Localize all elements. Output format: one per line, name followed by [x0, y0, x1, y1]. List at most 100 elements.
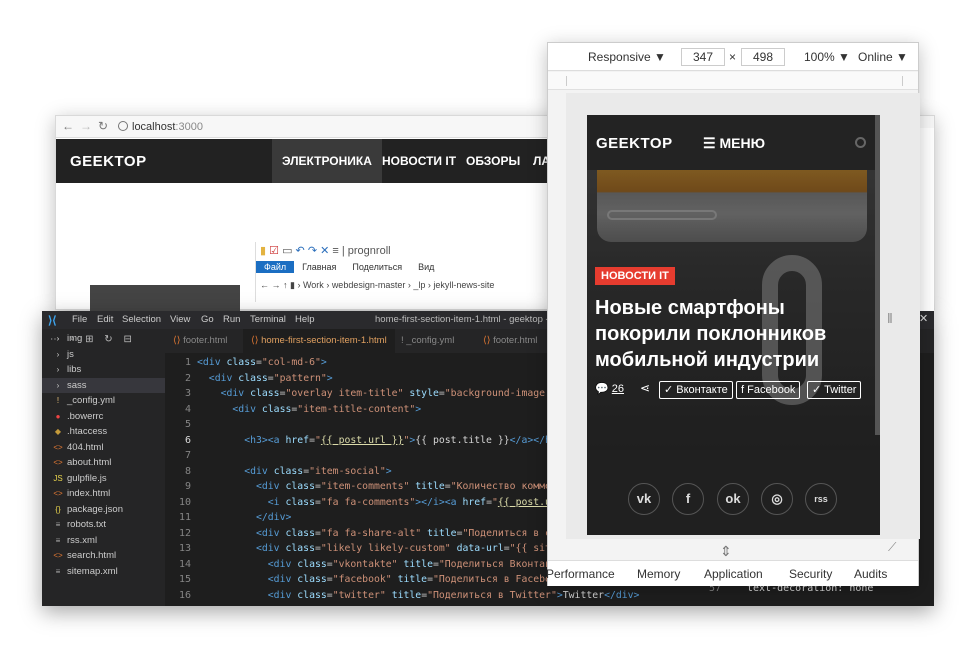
odnoklassniki-icon[interactable]: ok: [717, 483, 749, 515]
file-type-icon: ›: [56, 334, 60, 343]
delete-icon[interactable]: ✕: [320, 245, 329, 257]
ribbon-tabs: Файл Главная Поделиться Вид: [256, 261, 556, 275]
code-line[interactable]: <div class="item-social">: [197, 464, 392, 480]
share-vk-button[interactable]: ✓ Вконтакте: [659, 381, 733, 399]
mobile-logo[interactable]: GEEKTOP: [596, 135, 673, 152]
code-line[interactable]: <div class="facebook" title="Поделиться …: [197, 572, 563, 588]
code-line[interactable]: <div class="likely likely-custom" data-u…: [197, 541, 563, 557]
menu-file[interactable]: File: [72, 314, 87, 325]
width-input[interactable]: 347: [681, 48, 725, 66]
code-line[interactable]: <div class="vkontakte" title="Поделиться…: [197, 557, 563, 573]
device-toolbar: Responsive ▼ 347 × 498 100% ▼ Online ▼: [548, 43, 918, 71]
zoom-label: 100%: [804, 50, 835, 64]
code-line[interactable]: <i class="fa fa-comments"></i><a href="{…: [197, 495, 563, 511]
content-image: [90, 285, 240, 313]
rss-icon[interactable]: rss: [805, 483, 837, 515]
path-segment: webdesign-master: [331, 280, 406, 290]
resize-handle-icon[interactable]: ⇕: [720, 543, 732, 560]
path-segment: Work: [302, 280, 324, 290]
forward-icon[interactable]: →: [80, 119, 92, 133]
save-icon[interactable]: ▭: [282, 245, 292, 257]
height-input[interactable]: 498: [741, 48, 785, 66]
scrollbar[interactable]: [875, 115, 880, 435]
close-icon[interactable]: ✕: [919, 312, 928, 325]
menu-run[interactable]: Run: [223, 314, 240, 325]
code-line[interactable]: <div class="fa fa-share-alt" title="Поде…: [197, 526, 563, 542]
tab-label: home-first-section-item-1.html: [261, 335, 387, 346]
explorer-toolbar: ▮ ☑ ▭ ↶ ↷ ✕ ≡ | prognroll: [260, 245, 391, 257]
undo-icon[interactable]: ↶: [296, 245, 305, 257]
share-icon: ⋖: [640, 381, 651, 395]
mobile-header: GEEKTOP ☰ МЕНЮ: [587, 115, 880, 170]
tab-label: _config.yml: [406, 335, 455, 346]
tab-application[interactable]: Application: [704, 567, 763, 581]
explorer-path[interactable]: ← → ↑ ▮ › Work › webdesign-master › _lp …: [260, 280, 494, 291]
tab-audits[interactable]: Audits: [854, 567, 887, 581]
hamburger-icon: ☰: [703, 135, 716, 151]
tab-security[interactable]: Security: [789, 567, 832, 581]
menu-view[interactable]: View: [170, 314, 190, 325]
tab-config-yml[interactable]: ! _config.yml: [393, 329, 462, 353]
code-line[interactable]: <div class="item-title-content">: [197, 402, 421, 418]
code-line[interactable]: <h3><a href="{{ post.url }}">{{ post.tit…: [197, 433, 563, 449]
check-icon[interactable]: ☑: [269, 245, 279, 257]
facebook-icon[interactable]: f: [672, 483, 704, 515]
resize-handle-vertical-icon[interactable]: ‖: [887, 310, 893, 326]
tab-footer-html-2[interactable]: ⟨⟩ footer.html: [475, 329, 545, 353]
site-logo[interactable]: GEEKTOP: [70, 153, 147, 170]
folder-icon: ▮: [290, 280, 295, 290]
tab-footer-html[interactable]: ⟨⟩ footer.html: [165, 329, 235, 353]
tab-performance[interactable]: Performance: [546, 567, 615, 581]
window-title: home-first-section-item-1.html - geektop…: [375, 314, 567, 325]
resize-corner-icon[interactable]: ⟋: [888, 540, 896, 555]
explorer-title: prognroll: [347, 245, 391, 257]
instagram-icon[interactable]: ◎: [761, 483, 793, 515]
nav-item-electronics[interactable]: ЭЛЕКТРОНИКА: [272, 139, 382, 183]
device-label: Responsive: [588, 50, 651, 64]
code-line[interactable]: <div class="col-md-6">: [197, 355, 327, 371]
redo-icon[interactable]: ↷: [308, 245, 317, 257]
menu-go[interactable]: Go: [201, 314, 214, 325]
ribbon-tab-home[interactable]: Главная: [294, 261, 344, 273]
network-select[interactable]: Online ▼: [858, 50, 908, 64]
menu-terminal[interactable]: Terminal: [250, 314, 286, 325]
comment-number: 26: [611, 383, 625, 395]
vk-icon[interactable]: vk: [628, 483, 660, 515]
comment-count[interactable]: 💬 26: [595, 382, 624, 395]
category-badge[interactable]: НОВОСТИ IT: [595, 267, 675, 285]
reload-icon[interactable]: ↻: [98, 119, 108, 133]
code-line[interactable]: <div class="item-comments" title="Количе…: [197, 479, 575, 495]
menu-selection[interactable]: Selection: [122, 314, 161, 325]
share-twitter-button[interactable]: ✓ Twitter: [807, 381, 862, 399]
share-facebook-button[interactable]: f Facebook: [736, 381, 801, 399]
path-segment: jekyll-news-site: [433, 280, 495, 290]
menu-help[interactable]: Help: [295, 314, 315, 325]
share-label: Вконтакте: [676, 384, 728, 396]
file-tree-item[interactable]: › img: [42, 331, 165, 347]
code-line[interactable]: </div>: [197, 510, 291, 526]
code-line[interactable]: <div class="twitter" title="Поделиться в…: [197, 588, 640, 604]
code-line[interactable]: <div class="pattern">: [197, 371, 333, 387]
zoom-select[interactable]: 100% ▼: [804, 50, 850, 64]
nav-item-reviews[interactable]: ОБЗОРЫ: [456, 139, 530, 183]
back-icon[interactable]: ←: [62, 119, 74, 133]
nav-item-it-news[interactable]: НОВОСТИ IT: [372, 139, 466, 183]
ribbon-tab-view[interactable]: Вид: [410, 261, 442, 273]
tab-label: footer.html: [493, 335, 538, 346]
url-field[interactable]: localhost:3000: [118, 119, 538, 135]
vscode-logo-icon: ⟩⟨: [48, 315, 57, 327]
share-label: Facebook: [747, 384, 796, 396]
properties-icon[interactable]: ≡: [332, 245, 338, 257]
code-line[interactable]: <div class="overlay item-title" style="b…: [197, 386, 563, 402]
tab-memory[interactable]: Memory: [637, 567, 680, 581]
search-icon[interactable]: [855, 137, 866, 148]
mobile-menu-button[interactable]: ☰ МЕНЮ: [703, 135, 765, 152]
menu-edit[interactable]: Edit: [97, 314, 113, 325]
tab-home-first-section[interactable]: ⟨⟩ home-first-section-item-1.html: [243, 329, 395, 353]
article-title[interactable]: Новые смартфоны покорили поклонников моб…: [595, 295, 873, 373]
media-query-ruler[interactable]: [548, 72, 918, 90]
ribbon-tab-file[interactable]: Файл: [256, 261, 295, 273]
info-icon: [118, 121, 128, 131]
ribbon-tab-share[interactable]: Поделиться: [344, 261, 410, 273]
device-select[interactable]: Responsive ▼: [588, 50, 666, 64]
